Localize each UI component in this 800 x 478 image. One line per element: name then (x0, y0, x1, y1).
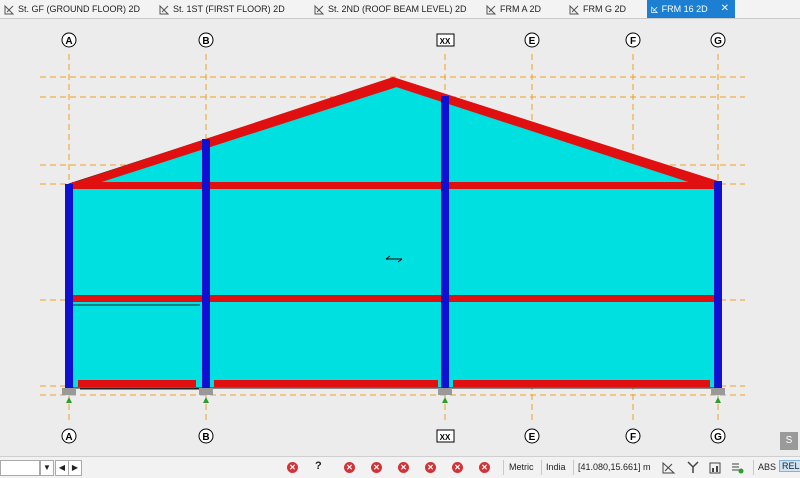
chevron-down-icon[interactable]: ▼ (40, 460, 54, 476)
error-icon[interactable]: ✕ (452, 462, 463, 473)
axis-label: F (630, 432, 636, 443)
support-marker (66, 397, 72, 403)
axis-label: G (714, 432, 722, 443)
separator (503, 460, 504, 475)
beam-roof (72, 182, 715, 189)
status-bar: ▼ ◀ ▶ ✕ ? ✕ ✕ ✕ ✕ ✕ ✕ Metric India [41.0… (0, 456, 800, 478)
axis-label: XX (440, 37, 451, 46)
drawing-canvas[interactable]: A B XX E F G A B XX E F G (0, 19, 800, 455)
beam-ground (453, 380, 710, 387)
support-marker (715, 397, 721, 403)
error-icon[interactable]: ✕ (479, 462, 490, 473)
axis-label: F (630, 36, 636, 47)
beam-ground (78, 380, 196, 387)
tab-label: St. 1ST (FIRST FLOOR) 2D (173, 4, 285, 14)
column (714, 181, 722, 389)
support-base (711, 388, 725, 395)
separator (753, 460, 754, 475)
close-icon[interactable]: ✕ (721, 0, 729, 18)
snap-icon[interactable] (661, 460, 677, 475)
axis-label: B (202, 36, 209, 47)
beam-ground (214, 380, 438, 387)
column (65, 184, 73, 389)
axis-label: B (202, 432, 209, 443)
error-icon[interactable]: ✕ (371, 462, 382, 473)
column (441, 96, 449, 389)
tab-bar: St. GF (GROUND FLOOR) 2D St. 1ST (FIRST … (0, 0, 800, 19)
tab-2nd[interactable]: St. 2ND (ROOF BEAM LEVEL) 2D (310, 0, 482, 18)
frame-elevation: A B XX E F G A B XX E F G (40, 32, 745, 444)
separator (541, 460, 542, 475)
error-icon[interactable]: ✕ (425, 462, 436, 473)
command-input[interactable] (0, 460, 40, 476)
design-code-label[interactable]: India (546, 462, 566, 472)
axis-label: XX (440, 433, 451, 442)
tab-drawing-icon (4, 4, 15, 14)
tab-gf[interactable]: St. GF (GROUND FLOOR) 2D (0, 0, 155, 18)
help-icon[interactable]: ? (315, 460, 322, 472)
support-base (62, 388, 76, 395)
support-marker (203, 397, 209, 403)
axis-markers-top: A B XX E F G (61, 32, 726, 48)
separator (573, 460, 574, 475)
units-label[interactable]: Metric (509, 462, 534, 472)
tab-frm-16[interactable]: FRM 16 2D ✕ (647, 0, 735, 18)
tab-label: St. 2ND (ROOF BEAM LEVEL) 2D (328, 4, 467, 14)
coordinate-readout: [41.080,15.661] m (578, 462, 651, 472)
tab-drawing-icon (159, 4, 170, 14)
wall-panel (68, 78, 719, 389)
list-icon[interactable] (729, 460, 745, 475)
axis-label: E (529, 36, 536, 47)
rel-toggle[interactable]: REL (779, 460, 800, 472)
abs-toggle[interactable]: ABS (758, 462, 776, 472)
beam-first (72, 295, 715, 302)
tab-label: FRM G 2D (583, 4, 627, 14)
tab-label: FRM A 2D (500, 4, 542, 14)
fork-icon[interactable] (685, 460, 701, 475)
axis-label: G (714, 36, 722, 47)
tab-label: FRM 16 2D (661, 4, 708, 14)
tab-drawing-icon (486, 4, 497, 14)
error-icon[interactable]: ✕ (287, 462, 298, 473)
tab-1st[interactable]: St. 1ST (FIRST FLOOR) 2D (155, 0, 310, 18)
tab-drawing-icon (314, 4, 325, 14)
prev-button[interactable]: ◀ (55, 460, 69, 476)
tab-frm-a[interactable]: FRM A 2D (482, 0, 565, 18)
side-panel-button[interactable]: S (780, 432, 798, 450)
axis-label: E (529, 432, 536, 443)
tab-label: St. GF (GROUND FLOOR) 2D (18, 4, 141, 14)
next-button[interactable]: ▶ (68, 460, 82, 476)
support-base (438, 388, 452, 395)
error-icon[interactable]: ✕ (344, 462, 355, 473)
axis-label: A (65, 36, 72, 47)
tab-drawing-icon (569, 4, 580, 14)
tab-drawing-icon (651, 5, 659, 13)
error-icon[interactable]: ✕ (398, 462, 409, 473)
axis-label: A (65, 432, 72, 443)
support-marker (442, 397, 448, 403)
chart-icon[interactable] (707, 460, 723, 475)
tab-frm-g[interactable]: FRM G 2D (565, 0, 647, 18)
axis-markers-bottom: A B XX E F G (61, 428, 726, 444)
column (202, 139, 210, 389)
support-base (199, 388, 213, 395)
